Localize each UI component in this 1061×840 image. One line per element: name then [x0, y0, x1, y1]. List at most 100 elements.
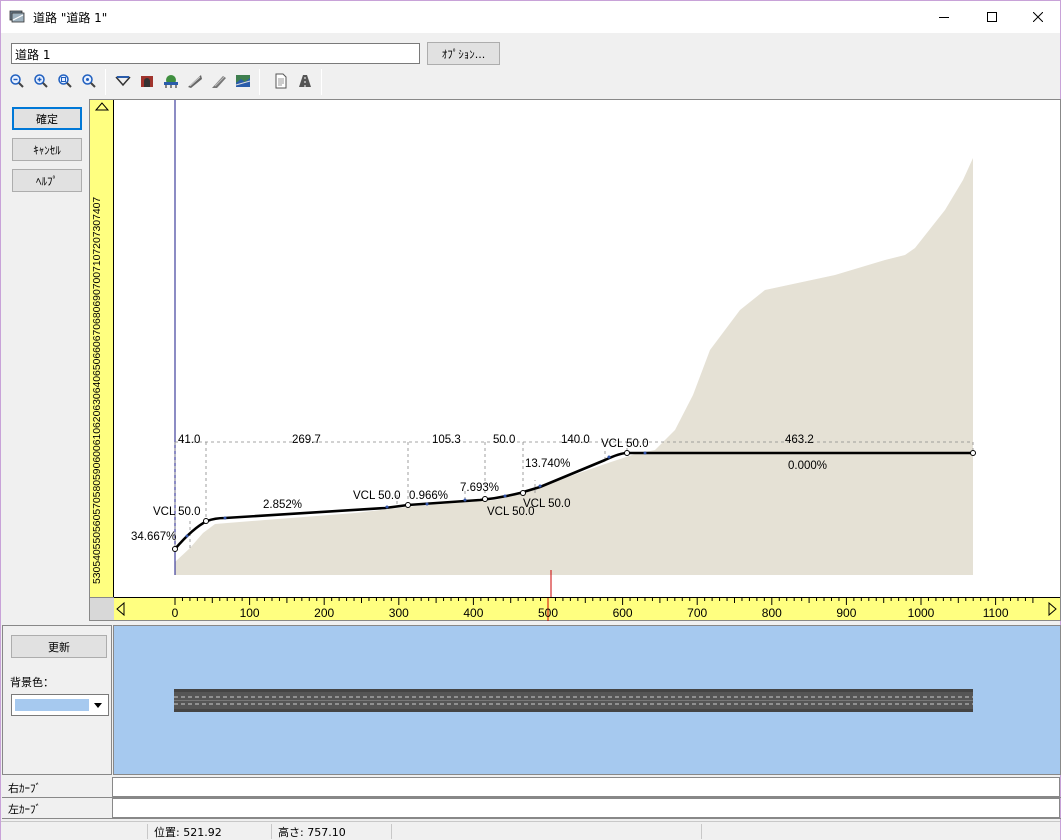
document-icon	[275, 73, 287, 89]
fill-slope-button[interactable]	[209, 71, 229, 91]
zoom-window-icon	[82, 74, 96, 88]
grade-label-3: 0.966%	[409, 490, 448, 502]
position-status: 位置: 521.92	[147, 824, 271, 839]
segment-length-4: 50.0	[493, 434, 515, 446]
profile-plot[interactable]: 41.0 269.7 105.3 50.0 140.0 463.2 34.667…	[115, 100, 1060, 597]
height-status: 高さ: 757.10	[271, 824, 391, 839]
elevation-ruler[interactable]: 5305405505605705805906006106206306406506…	[90, 100, 114, 597]
ruler-corner	[90, 597, 114, 620]
tunnel-button[interactable]	[137, 71, 157, 91]
status-empty-1	[391, 824, 701, 839]
toolbar-separator	[105, 69, 106, 95]
station-ruler[interactable]: 0 100 200 300 400 500 600 700 800 900 1000 1100	[114, 597, 1060, 621]
dropdown-arrow-icon	[90, 695, 106, 715]
bridge-button[interactable]	[161, 71, 181, 91]
ruler-right-arrow-icon	[1048, 601, 1057, 617]
segment-length-3: 105.3	[432, 434, 461, 446]
left-curve-track[interactable]	[112, 798, 1060, 818]
elevation-ruler-labels: 5305405505605705805906006106206306406506…	[92, 197, 103, 584]
grade-label-1: 34.667%	[131, 531, 176, 543]
station-tick-label: 0	[172, 606, 179, 620]
minimize-icon	[939, 16, 949, 18]
terrain-icon	[235, 75, 251, 87]
road-plan-strip	[174, 689, 973, 712]
maximize-button[interactable]	[969, 1, 1015, 32]
grade-label-5: 13.740%	[525, 458, 570, 470]
terrain-button[interactable]	[233, 71, 253, 91]
segment-length-2: 269.7	[292, 434, 321, 446]
fill-slope-icon	[212, 76, 226, 88]
window-title: 道路 "道路 1"	[33, 11, 108, 25]
zoom-in-icon	[34, 74, 48, 88]
station-tick-label: 300	[389, 606, 409, 620]
background-color-select[interactable]	[11, 694, 109, 716]
curve-panel: 右ｶｰﾌﾞ 左ｶｰﾌﾞ	[2, 776, 1061, 820]
station-tick-label: 700	[687, 606, 707, 620]
zoom-in-button[interactable]	[31, 71, 51, 91]
close-button[interactable]	[1015, 1, 1061, 32]
minimize-button[interactable]	[921, 1, 967, 32]
station-tick-label: 600	[613, 606, 633, 620]
ruler-left-arrow-icon	[116, 601, 125, 617]
color-swatch	[15, 699, 89, 711]
station-tick-label: 400	[463, 606, 483, 620]
zoom-window-button[interactable]	[79, 71, 99, 91]
zoom-fit-button[interactable]	[55, 71, 75, 91]
toolbar	[5, 69, 345, 95]
road-editor-window: 道路 "道路 1" 道路 1 ｵﾌﾟｼｮﾝ... 確定 ｷｬﾝｾﾙ ﾍﾙﾌﾟ 5…	[0, 0, 1061, 840]
cut-slope-button[interactable]	[185, 71, 205, 91]
zoom-out-button[interactable]	[7, 71, 27, 91]
left-curve-label: 左ｶｰﾌﾞ	[8, 803, 41, 816]
document-button[interactable]	[271, 71, 291, 91]
left-curve-row: 左ｶｰﾌﾞ	[2, 797, 1061, 819]
plan-controls: 更新 背景色：	[2, 625, 112, 775]
station-tick-label: 500	[538, 606, 558, 620]
zoom-fit-icon	[58, 74, 72, 88]
segment-length-5: 140.0	[561, 434, 590, 446]
title-bar: 道路 "道路 1"	[1, 1, 1060, 33]
segment-length-1: 41.0	[178, 434, 200, 446]
zoom-out-icon	[10, 74, 24, 88]
station-tick-label: 1000	[908, 606, 935, 620]
app-icon	[9, 8, 25, 24]
right-curve-row: 右ｶｰﾌﾞ	[2, 776, 1061, 798]
maximize-icon	[987, 11, 997, 22]
ruler-up-arrow-icon	[94, 102, 110, 111]
side-panel: 確定 ｷｬﾝｾﾙ ﾍﾙﾌﾟ	[2, 99, 90, 619]
station-tick-label: 900	[836, 606, 856, 620]
close-icon	[1033, 11, 1043, 22]
vcl-label-4: VCL 50.0	[523, 498, 571, 510]
status-empty-2	[701, 824, 1060, 839]
toolbar-separator	[259, 69, 260, 95]
vcl-label-1: VCL 50.0	[153, 506, 201, 518]
update-button[interactable]: 更新	[11, 635, 107, 658]
ok-button[interactable]: 確定	[12, 107, 82, 130]
valley-icon	[115, 76, 131, 87]
tunnel-icon	[141, 76, 153, 87]
status-bar: 位置: 521.92 高さ: 757.10	[1, 821, 1060, 840]
options-button[interactable]: ｵﾌﾟｼｮﾝ...	[427, 42, 500, 65]
road-name-input[interactable]: 道路 1	[11, 43, 420, 64]
station-tick-label: 100	[240, 606, 260, 620]
bridge-icon	[164, 75, 178, 88]
road-section-button[interactable]	[295, 71, 315, 91]
profile-view: 5305405505605705805906006106206306406506…	[89, 99, 1061, 621]
vcl-label-5: VCL 50.0	[601, 438, 649, 450]
station-tick-label: 800	[762, 606, 782, 620]
cut-slope-icon	[188, 75, 202, 88]
grade-label-2: 2.852%	[263, 499, 302, 511]
road-section-icon	[299, 75, 311, 87]
station-tick-label: 1100	[983, 606, 1009, 620]
help-button[interactable]: ﾍﾙﾌﾟ	[12, 169, 82, 192]
toolbar-separator	[321, 69, 322, 95]
plan-view[interactable]	[113, 625, 1061, 775]
right-curve-label: 右ｶｰﾌﾞ	[8, 782, 41, 795]
grade-label-4: 7.693%	[460, 482, 499, 494]
station-tick-label: 200	[314, 606, 334, 620]
valley-button[interactable]	[113, 71, 133, 91]
background-color-label: 背景色：	[10, 676, 54, 689]
cancel-button[interactable]: ｷｬﾝｾﾙ	[12, 138, 82, 161]
segment-length-6: 463.2	[785, 434, 814, 446]
right-curve-track[interactable]	[112, 777, 1060, 797]
grade-label-6: 0.000%	[788, 460, 827, 472]
